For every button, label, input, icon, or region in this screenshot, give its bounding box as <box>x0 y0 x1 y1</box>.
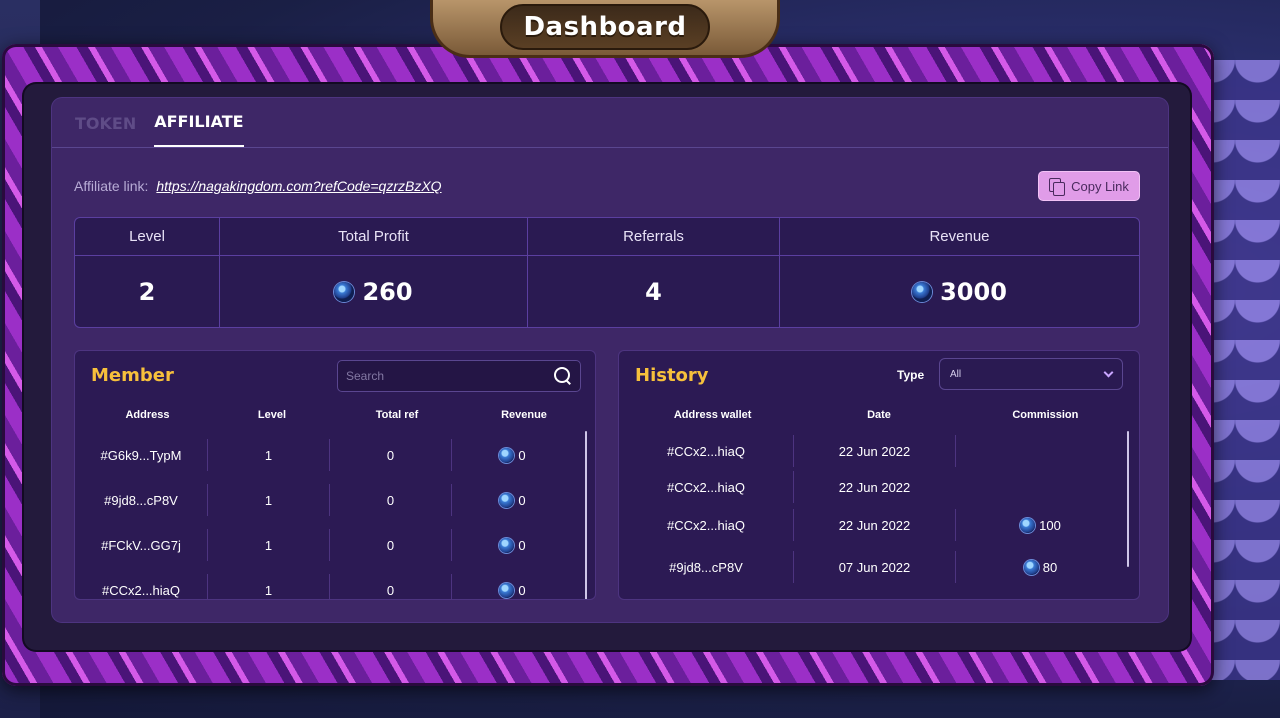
cell-address-wallet: #CCx2...hiaQ <box>666 479 746 495</box>
type-select-value: All <box>950 368 962 380</box>
copy-link-label: Copy Link <box>1071 178 1129 194</box>
col-commission: Commission <box>1012 409 1079 421</box>
search-input[interactable] <box>346 369 536 383</box>
coin-icon <box>499 447 515 463</box>
stat-header-revenue: Revenue <box>780 218 1139 256</box>
cell-level: 1 <box>207 529 329 561</box>
copy-link-button[interactable]: Copy Link <box>1038 171 1140 201</box>
table-row[interactable]: #CCx2...hiaQ 22 Jun 2022 <box>619 435 1139 467</box>
cell-total-ref: 0 <box>329 439 451 471</box>
cell-commission-text: 100 <box>1039 517 1061 533</box>
cell-commission <box>955 471 1125 503</box>
cell-date: 22 Jun 2022 <box>793 435 955 467</box>
cell-commission: 100 <box>955 509 1125 541</box>
tab-token[interactable]: TOKEN <box>75 114 136 147</box>
col-revenue: Revenue <box>501 409 547 421</box>
cell-level: 1 <box>207 439 329 471</box>
col-address: Address <box>125 409 170 421</box>
table-row[interactable]: #CCx2...hiaQ 1 0 0 <box>75 574 595 599</box>
coin-icon <box>499 537 515 553</box>
history-table-rows: #CCx2...hiaQ 22 Jun 2022 #CCx2...hiaQ 22… <box>619 435 1139 583</box>
page-title: Dashboard <box>523 12 687 42</box>
cell-address-wallet: #CCx2...hiaQ <box>666 443 746 459</box>
stats-table: Level Total Profit Referrals Revenue 2 2… <box>74 217 1140 328</box>
dashboard-panel: TOKEN AFFILIATE Affiliate link: https://… <box>52 98 1168 622</box>
cell-revenue-text: 0 <box>518 447 526 463</box>
stat-referrals-text: 4 <box>645 277 662 306</box>
cell-revenue: 0 <box>451 529 573 561</box>
history-table-header: Address wallet Date Commission <box>619 409 1139 421</box>
stat-total-profit-text: 260 <box>362 277 413 306</box>
stat-header-total-profit: Total Profit <box>220 218 528 256</box>
member-search-box[interactable] <box>337 360 581 392</box>
table-row[interactable]: #FCkV...GG7j 1 0 0 <box>75 529 595 561</box>
copy-icon <box>1049 178 1066 196</box>
col-date: Date <box>867 409 891 421</box>
title-plate: Dashboard <box>500 4 710 50</box>
cell-address: #FCkV...GG7j <box>101 537 181 553</box>
cell-revenue: 0 <box>451 574 573 599</box>
stat-value-referrals: 4 <box>528 256 780 327</box>
cell-address: #G6k9...TypM <box>100 447 182 463</box>
tab-affiliate[interactable]: AFFILIATE <box>154 112 244 147</box>
tab-bar: TOKEN AFFILIATE <box>52 98 1168 148</box>
table-row[interactable]: #CCx2...hiaQ 22 Jun 2022 <box>619 471 1139 503</box>
coin-icon <box>334 281 355 302</box>
coin-icon <box>1020 517 1036 533</box>
cell-date: 22 Jun 2022 <box>793 509 955 541</box>
cell-revenue-text: 0 <box>518 537 526 553</box>
cell-revenue: 0 <box>451 439 573 471</box>
col-level: Level <box>257 409 287 421</box>
cell-address: #CCx2...hiaQ <box>101 582 181 598</box>
stat-value-total-profit: 260 <box>220 256 528 327</box>
cell-level: 1 <box>207 574 329 599</box>
cell-commission <box>955 435 1125 467</box>
stat-header-level: Level <box>75 218 220 256</box>
member-table-header: Address Level Total ref Revenue <box>75 409 595 421</box>
cell-commission: 80 <box>955 551 1125 583</box>
cell-date: 22 Jun 2022 <box>793 471 955 503</box>
stat-value-revenue: 3000 <box>780 256 1139 327</box>
affiliate-link[interactable]: https://nagakingdom.com?refCode=qzrzBzXQ <box>156 178 441 194</box>
cell-revenue-text: 0 <box>518 492 526 508</box>
table-row[interactable]: #G6k9...TypM 1 0 0 <box>75 439 595 471</box>
member-scrollbar[interactable] <box>585 431 587 599</box>
cell-revenue-text: 0 <box>518 582 526 598</box>
table-row[interactable]: #CCx2...hiaQ 22 Jun 2022 100 <box>619 509 1139 541</box>
cell-address-wallet: #9jd8...cP8V <box>669 559 743 575</box>
cell-address-wallet: #CCx2...hiaQ <box>666 517 746 533</box>
coin-icon <box>1023 559 1039 575</box>
cell-total-ref: 0 <box>329 574 451 599</box>
member-title: Member <box>91 365 174 386</box>
member-panel: Member Address Level Total ref Revenue #… <box>74 350 596 600</box>
history-panel: History Type All Address wallet Date Com… <box>618 350 1140 600</box>
cell-total-ref: 0 <box>329 529 451 561</box>
history-title: History <box>635 365 709 386</box>
cell-total-ref: 0 <box>329 484 451 516</box>
cell-level: 1 <box>207 484 329 516</box>
coin-icon <box>499 492 515 508</box>
cell-date: 07 Jun 2022 <box>793 551 955 583</box>
member-table-rows: #G6k9...TypM 1 0 0 #9jd8...cP8V 1 0 0 #F… <box>75 439 595 599</box>
type-label: Type <box>897 368 925 382</box>
history-scrollbar[interactable] <box>1127 431 1129 567</box>
stat-value-level: 2 <box>75 256 220 327</box>
search-icon[interactable] <box>554 367 572 385</box>
cell-commission-text: 80 <box>1042 559 1058 575</box>
stat-header-referrals: Referrals <box>528 218 780 256</box>
coin-icon <box>912 281 933 302</box>
chevron-down-icon <box>1103 367 1114 377</box>
table-row[interactable]: #9jd8...cP8V 07 Jun 2022 80 <box>619 551 1139 583</box>
table-row[interactable]: #9jd8...cP8V 1 0 0 <box>75 484 595 516</box>
col-total-ref: Total ref <box>375 409 419 421</box>
type-select[interactable]: All <box>939 358 1123 390</box>
col-address-wallet: Address wallet <box>673 409 752 421</box>
stat-revenue-text: 3000 <box>940 277 1007 306</box>
coin-icon <box>499 582 515 598</box>
cell-address: #9jd8...cP8V <box>104 492 178 508</box>
cell-revenue: 0 <box>451 484 573 516</box>
affiliate-link-row: Affiliate link: https://nagakingdom.com?… <box>74 178 442 194</box>
affiliate-link-label: Affiliate link: <box>74 178 149 194</box>
stat-level-text: 2 <box>138 277 156 306</box>
